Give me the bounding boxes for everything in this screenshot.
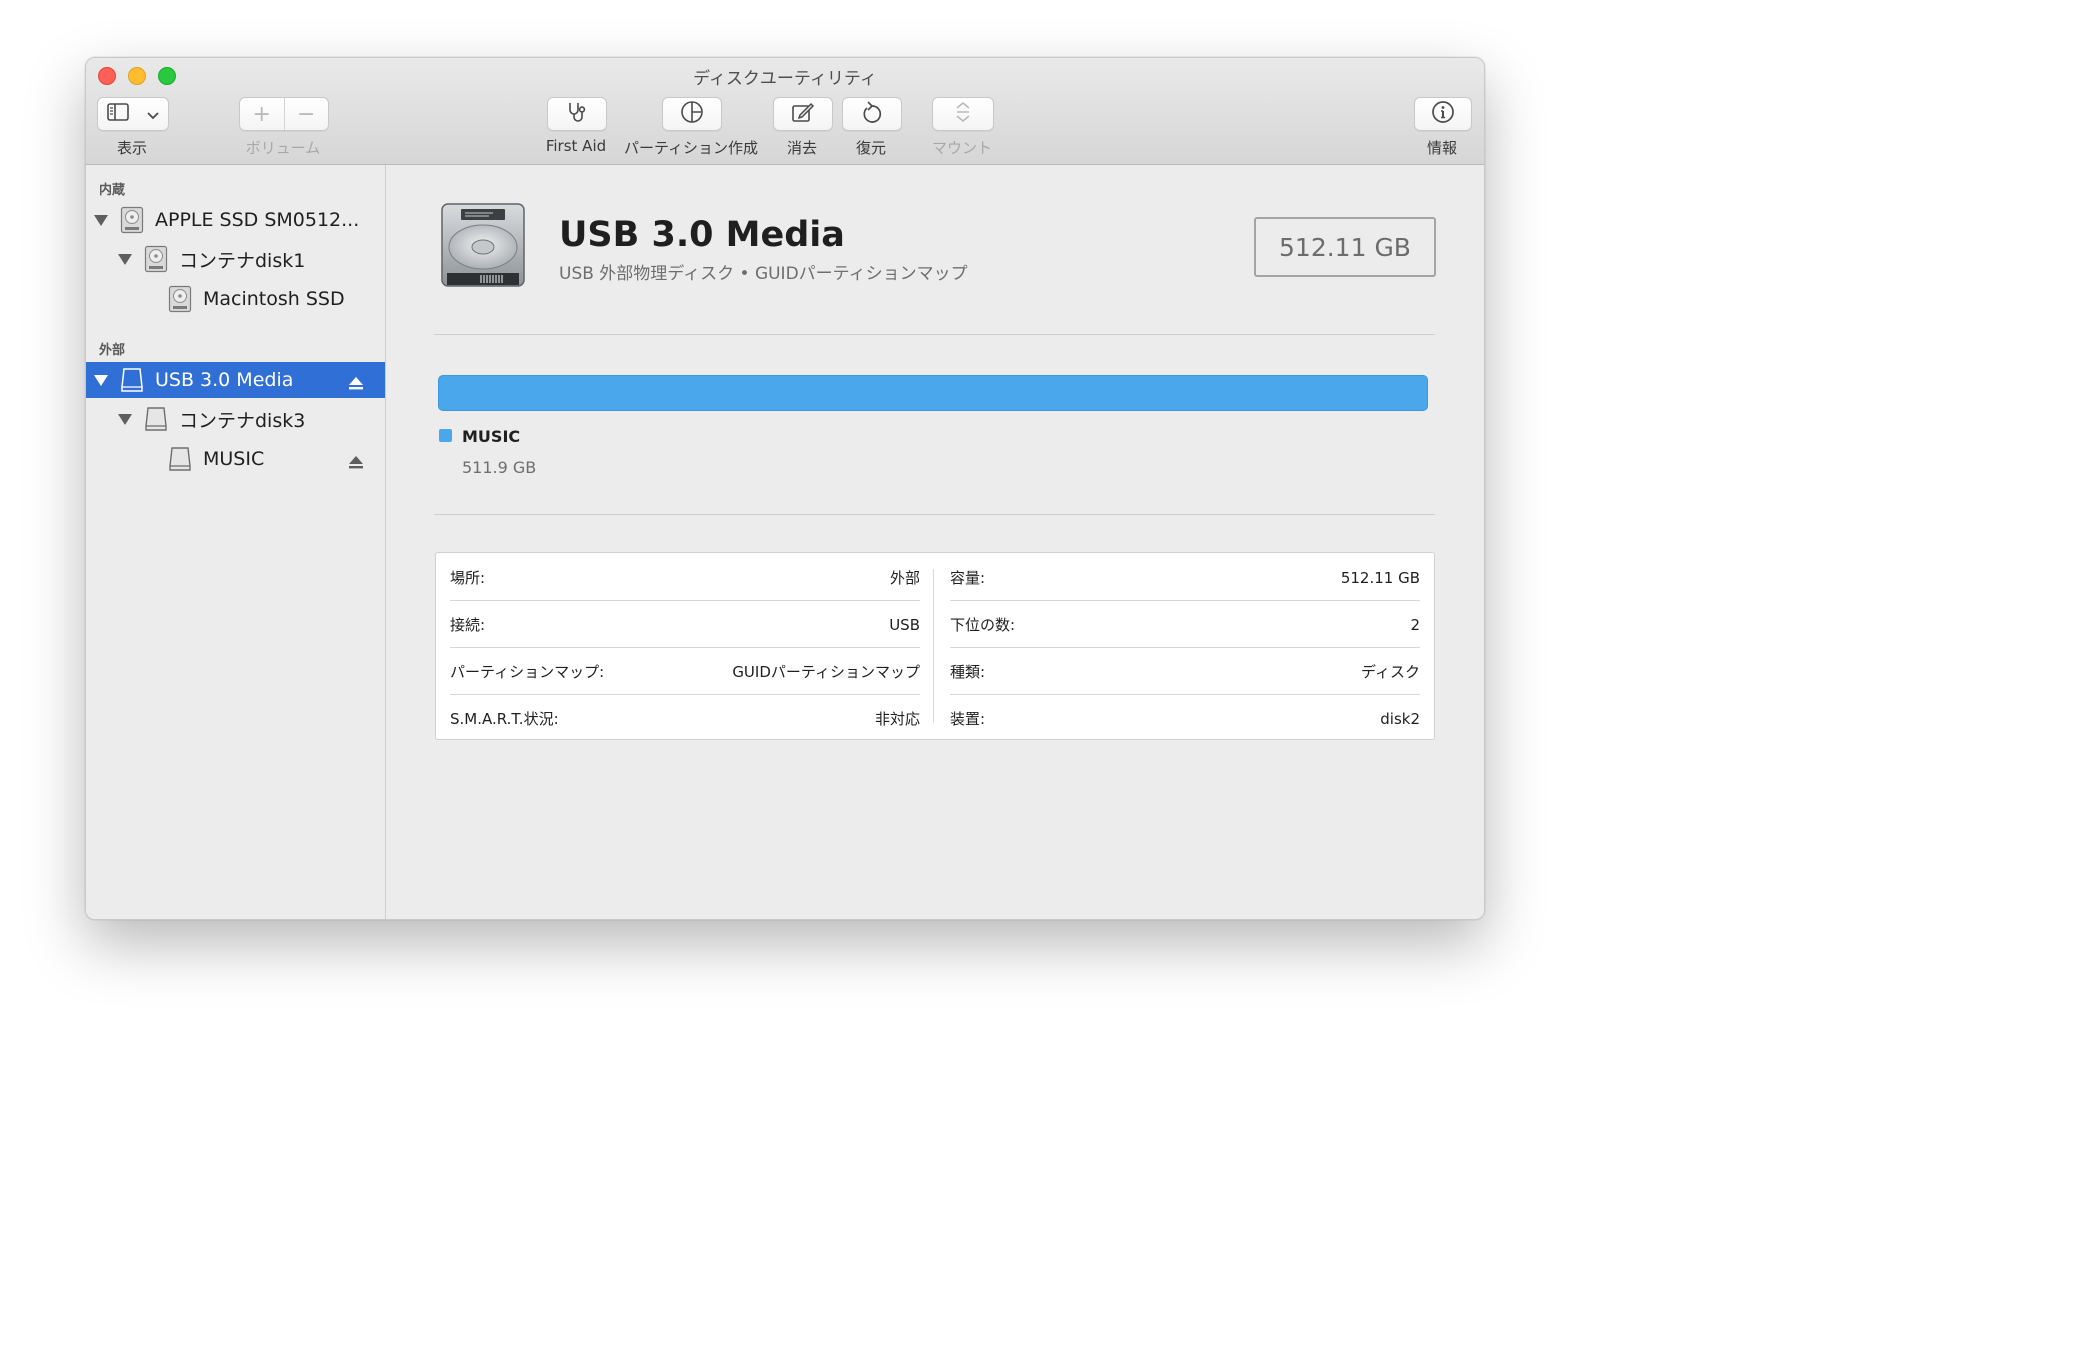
- eject-icon[interactable]: [348, 373, 364, 390]
- chevron-down-icon: [147, 105, 159, 124]
- info-row-location: 場所: 外部: [450, 554, 920, 601]
- erase-label: 消去: [786, 139, 817, 157]
- info-value: 外部: [889, 569, 920, 587]
- mount-button[interactable]: [932, 97, 994, 131]
- info-key: 場所:: [450, 569, 486, 587]
- disk-title: USB 3.0 Media: [559, 215, 845, 255]
- partition-name: MUSIC: [462, 427, 521, 446]
- info-value: 2: [1410, 615, 1420, 634]
- stethoscope-icon: [565, 101, 589, 127]
- info-value: GUIDパーティションマップ: [732, 663, 920, 681]
- partition-button[interactable]: [662, 97, 722, 131]
- info-value: disk2: [1380, 709, 1420, 728]
- first-aid-button[interactable]: [547, 97, 607, 131]
- divider: [434, 334, 1435, 335]
- info-label: 情報: [1426, 139, 1457, 157]
- mount-icon: [954, 101, 972, 127]
- sidebar: 内蔵 APPLE SSD SM0512... コンテナdisk1 Macinto…: [86, 165, 386, 919]
- info-row-partition-map: パーティションマップ: GUIDパーティションマップ: [450, 648, 920, 695]
- external-volume-icon: [168, 446, 192, 472]
- volume-label: ボリューム: [245, 139, 321, 157]
- pencil-square-icon: [791, 101, 815, 127]
- partition-usage-bar: [438, 375, 1428, 411]
- hard-drive-icon: [439, 201, 527, 291]
- info-value: ディスク: [1361, 663, 1420, 681]
- info-row-connection: 接続: USB: [450, 601, 920, 648]
- disclosure-triangle[interactable]: [118, 254, 132, 265]
- divider: [434, 514, 1435, 515]
- eject-icon[interactable]: [348, 452, 364, 469]
- info-key: パーティションマップ:: [450, 663, 605, 681]
- first-aid-label: First Aid: [545, 137, 607, 155]
- remove-volume-button[interactable]: −: [285, 102, 329, 127]
- toolbar: ディスクユーティリティ 表示 + − ボリューム First Aid パーティシ…: [86, 58, 1484, 165]
- sidebar-item-label: APPLE SSD SM0512...: [155, 209, 360, 231]
- info-value: USB: [889, 615, 920, 634]
- detail-pane: USB 3.0 Media USB 外部物理ディスク • GUIDパーティション…: [386, 165, 1484, 919]
- disk-utility-window: ディスクユーティリティ 表示 + − ボリューム First Aid パーティシ…: [85, 57, 1485, 920]
- sidebar-item-label: Macintosh SSD: [203, 288, 345, 310]
- container-disk-icon: [144, 245, 168, 273]
- add-volume-button[interactable]: +: [240, 102, 284, 127]
- sidebar-item-apple-ssd[interactable]: APPLE SSD SM0512...: [86, 202, 385, 238]
- window-title: ディスクユーティリティ: [693, 69, 877, 89]
- restore-button[interactable]: [842, 97, 902, 131]
- erase-button[interactable]: [773, 97, 833, 131]
- restore-arrow-icon: [861, 100, 883, 128]
- sidebar-toggle-icon: [107, 103, 129, 125]
- sidebar-item-label: MUSIC: [203, 448, 265, 470]
- disclosure-triangle[interactable]: [94, 215, 108, 226]
- partition-label: パーティション作成: [623, 139, 759, 157]
- sidebar-item-label: コンテナdisk3: [179, 409, 306, 432]
- sidebar-item-music[interactable]: MUSIC: [86, 441, 385, 477]
- volume-segmented-control[interactable]: + −: [239, 97, 329, 131]
- sidebar-item-label: コンテナdisk1: [179, 249, 306, 272]
- sidebar-item-macintosh-ssd[interactable]: Macintosh SSD: [86, 281, 385, 317]
- volume-icon: [168, 285, 192, 313]
- disclosure-triangle[interactable]: [94, 375, 108, 386]
- sidebar-item-usb-media[interactable]: USB 3.0 Media: [86, 362, 385, 398]
- info-table: 場所: 外部 接続: USB パーティションマップ: GUIDパーティションマッ…: [435, 552, 1435, 740]
- sidebar-section-internal: 内蔵: [99, 183, 126, 198]
- capacity-badge: 512.11 GB: [1254, 217, 1436, 277]
- info-row-type: 種類: ディスク: [950, 648, 1420, 695]
- sidebar-section-external: 外部: [99, 343, 126, 358]
- external-disk-icon: [144, 406, 168, 432]
- restore-label: 復元: [855, 139, 886, 157]
- info-value: 512.11 GB: [1340, 568, 1420, 587]
- info-row-child-count: 下位の数: 2: [950, 601, 1420, 648]
- info-icon: [1431, 100, 1455, 128]
- sidebar-item-container-disk3[interactable]: コンテナdisk3: [86, 401, 385, 437]
- info-row-capacity: 容量: 512.11 GB: [950, 554, 1420, 601]
- mount-label: マウント: [931, 139, 992, 157]
- info-button[interactable]: [1414, 97, 1472, 131]
- disclosure-triangle[interactable]: [118, 414, 132, 425]
- column-divider: [933, 569, 934, 723]
- sidebar-item-container-disk1[interactable]: コンテナdisk1: [86, 241, 385, 277]
- info-row-smart-status: S.M.A.R.T.状況: 非対応: [450, 695, 920, 742]
- info-value: 非対応: [874, 710, 920, 728]
- view-label: 表示: [116, 139, 147, 157]
- partition-size: 511.9 GB: [462, 458, 537, 477]
- info-key: S.M.A.R.T.状況:: [450, 710, 559, 728]
- view-button[interactable]: [97, 97, 169, 131]
- info-key: 接続:: [450, 616, 486, 634]
- info-key: 下位の数:: [950, 616, 1016, 634]
- internal-disk-icon: [120, 206, 144, 234]
- info-key: 装置:: [950, 710, 986, 728]
- disk-subtitle: USB 外部物理ディスク • GUIDパーティションマップ: [559, 264, 968, 284]
- info-key: 容量:: [950, 569, 986, 587]
- partition-color-swatch: [439, 429, 452, 442]
- info-row-device: 装置: disk2: [950, 695, 1420, 742]
- external-disk-icon: [120, 367, 144, 393]
- sidebar-item-label: USB 3.0 Media: [155, 369, 294, 391]
- pie-chart-icon: [680, 100, 704, 128]
- info-key: 種類:: [950, 663, 986, 681]
